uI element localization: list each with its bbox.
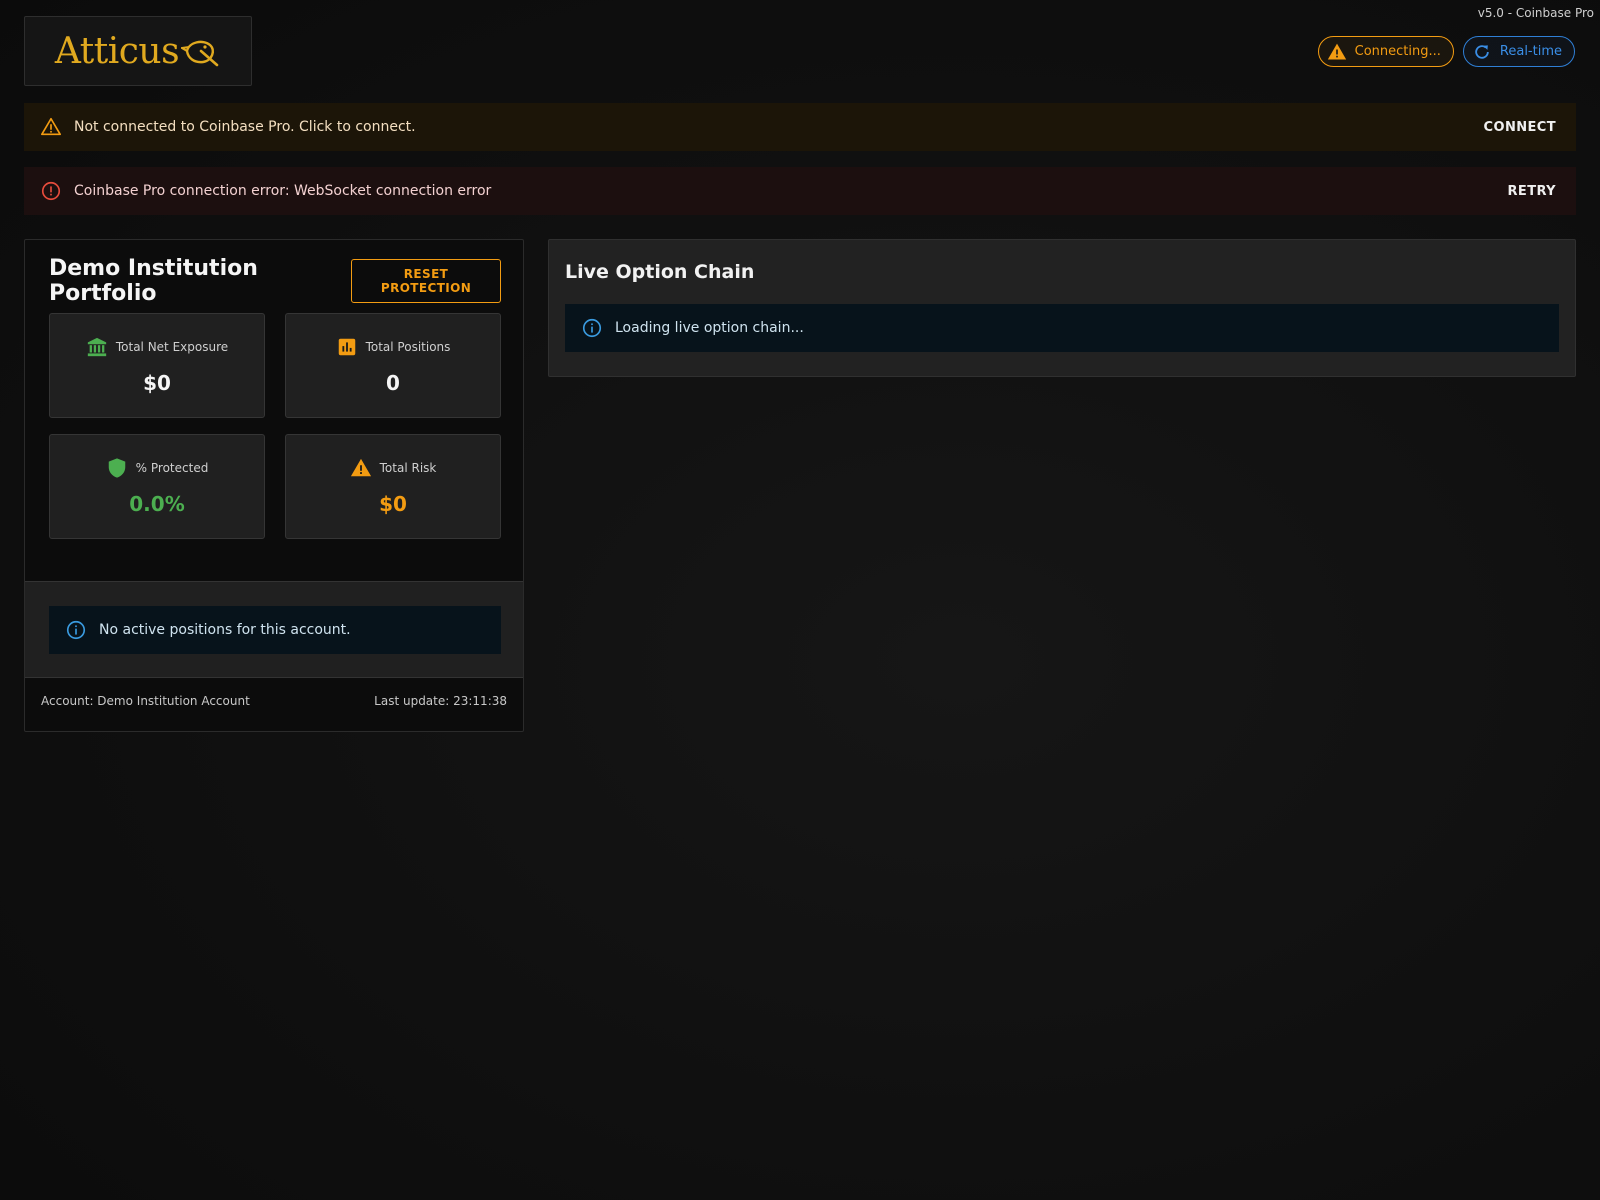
connection-status-chip[interactable]: Connecting... <box>1317 36 1454 67</box>
stat-label-row: Total Risk <box>350 457 437 479</box>
not-connected-alert[interactable]: Not connected to Coinbase Pro. Click to … <box>24 103 1576 151</box>
no-positions-message: No active positions for this account. <box>99 622 351 638</box>
refresh-icon <box>1475 44 1489 59</box>
last-update-label: Last update: 23:11:38 <box>374 694 507 708</box>
status-chips: Connecting... Real-time <box>1317 36 1575 67</box>
logo-bird-icon <box>181 40 219 67</box>
realtime-label: Real-time <box>1499 44 1562 59</box>
version-label: v5.0 - Coinbase Pro <box>1477 6 1594 20</box>
warning-icon <box>350 458 371 477</box>
stat-value: $0 <box>143 371 171 395</box>
option-chain-loading-notice: Loading live option chain... <box>565 304 1559 352</box>
account-label: Account: Demo Institution Account <box>41 694 250 708</box>
retry-button[interactable]: RETRY <box>1502 178 1562 205</box>
stat-label: Total Risk <box>379 461 437 475</box>
warning-outline-icon <box>41 117 61 136</box>
stat-card-net-exposure: Total Net Exposure $0 <box>49 313 265 418</box>
option-chain-loading-message: Loading live option chain... <box>615 320 804 336</box>
option-chain-panel: Live Option Chain Loading live option ch… <box>548 239 1576 377</box>
stat-label: % Protected <box>135 461 209 475</box>
stat-value: 0 <box>386 371 400 395</box>
shield-icon <box>108 458 125 478</box>
not-connected-message: Not connected to Coinbase Pro. Click to … <box>74 119 416 135</box>
info-icon <box>582 318 602 338</box>
connection-status-label: Connecting... <box>1354 44 1441 59</box>
stat-label-row: Total Net Exposure <box>86 336 228 358</box>
positions-section: No active positions for this account. <box>25 581 523 678</box>
no-positions-notice: No active positions for this account. <box>49 606 501 654</box>
portfolio-header: Demo Institution Portfolio RESET PROTECT… <box>49 256 501 306</box>
error-outline-icon <box>41 181 61 201</box>
bar-chart-icon <box>338 338 355 356</box>
connect-button[interactable]: CONNECT <box>1478 114 1562 141</box>
stat-label: Total Net Exposure <box>115 340 229 354</box>
portfolio-panel: Demo Institution Portfolio RESET PROTECT… <box>24 239 524 732</box>
info-icon <box>66 620 86 640</box>
warning-icon <box>1327 43 1346 59</box>
bank-icon <box>87 337 107 357</box>
connection-error-alert: Coinbase Pro connection error: WebSocket… <box>24 167 1576 215</box>
stat-card-protected: % Protected 0.0% <box>49 434 265 539</box>
option-chain-title: Live Option Chain <box>565 261 755 283</box>
portfolio-stats: Total Net Exposure $0 Total Positions 0 <box>49 313 501 539</box>
realtime-chip[interactable]: Real-time <box>1462 36 1575 67</box>
portfolio-footer: Account: Demo Institution Account Last u… <box>41 694 507 708</box>
stat-label: Total Positions <box>365 340 451 354</box>
stat-value: 0.0% <box>129 492 185 516</box>
stat-label-row: Total Positions <box>336 336 451 358</box>
portfolio-title: Demo Institution Portfolio <box>49 256 258 306</box>
stat-value: $0 <box>379 492 407 516</box>
stat-card-risk: Total Risk $0 <box>285 434 501 539</box>
connection-error-message: Coinbase Pro connection error: WebSocket… <box>74 183 492 199</box>
app-logo[interactable]: Atticus <box>24 16 252 86</box>
reset-protection-button[interactable]: RESET PROTECTION <box>351 259 501 303</box>
stat-label-row: % Protected <box>106 457 209 479</box>
logo-text: Atticus <box>54 30 180 72</box>
stat-card-positions: Total Positions 0 <box>285 313 501 418</box>
